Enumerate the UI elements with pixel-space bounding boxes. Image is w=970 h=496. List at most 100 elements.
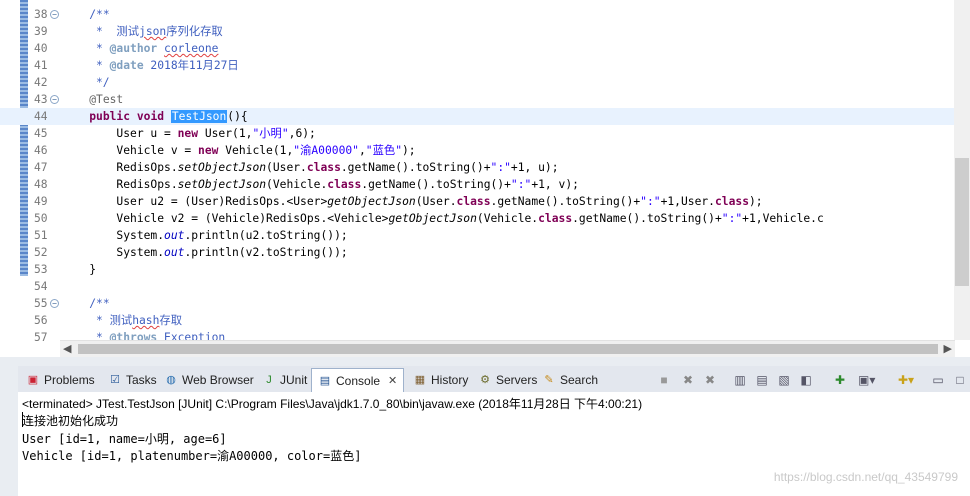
code-token: new [177, 127, 199, 140]
line-number: 50 [34, 212, 48, 225]
horizontal-scroll-thumb[interactable] [78, 344, 938, 354]
tab-search[interactable]: ✎ Search [536, 369, 604, 391]
code-token: User(1, [198, 127, 253, 140]
clear-console-icon[interactable]: ▥ [732, 372, 748, 388]
code-line[interactable]: 47 RedisOps.setObjectJson(User.class.get… [0, 159, 955, 176]
code-line[interactable]: 41 * @date 2018年11月27日 [0, 57, 955, 74]
word-wrap-icon[interactable]: ▧ [776, 372, 792, 388]
code-line[interactable]: 50 Vehicle v2 = (Vehicle)RedisOps.<Vehic… [0, 210, 955, 227]
code-token: "小明" [252, 127, 289, 140]
open-console-icon[interactable]: ✚▾ [898, 372, 914, 388]
code-text: * @date 2018年11月27日 [62, 57, 239, 74]
code-line[interactable]: 44 public void TestJson(){ [0, 108, 955, 125]
display-console-icon[interactable]: ▣▾ [858, 372, 875, 388]
code-token: ":" [640, 195, 661, 208]
code-token: +1, v); [531, 178, 579, 191]
code-token: getObjectJson [327, 195, 416, 208]
fold-toggle-icon[interactable] [50, 299, 59, 308]
console-output[interactable]: <terminated> JTest.TestJson [JUnit] C:\P… [18, 392, 970, 496]
code-lines[interactable]: 38 /**39 * 测试json序列化存取40 * @author corle… [0, 6, 955, 346]
code-token: hash [132, 314, 160, 327]
code-token: @Test [89, 93, 124, 106]
close-icon[interactable]: ✕ [388, 370, 397, 392]
code-line[interactable]: 42 */ [0, 74, 955, 91]
code-token: +1,Vehicle.c [742, 212, 824, 225]
code-line[interactable]: 38 /** [0, 6, 955, 23]
line-number: 56 [34, 314, 48, 327]
line-number: 52 [34, 246, 48, 259]
tab-tasks-label: Tasks [126, 373, 157, 387]
tab-history[interactable]: ▦ History [407, 369, 474, 391]
code-token: User u = [62, 127, 178, 140]
code-token: RedisOps. [62, 161, 178, 174]
console-status-line: <terminated> JTest.TestJson [JUnit] C:\P… [22, 397, 643, 411]
selected-text: TestJson [170, 110, 228, 123]
code-text: System.out.println(v2.toString()); [62, 244, 347, 261]
code-token: System. [62, 229, 165, 242]
fold-toggle-icon[interactable] [50, 95, 59, 104]
code-token: 2018年11月27日 [143, 59, 239, 72]
editor-vertical-scrollbar[interactable] [954, 0, 970, 340]
pin-console-icon[interactable]: ✚ [832, 372, 848, 388]
code-text: } [62, 261, 96, 278]
code-line[interactable]: 55 /** [0, 295, 955, 312]
code-line[interactable]: 39 * 测试json序列化存取 [0, 23, 955, 40]
terminate-icon[interactable]: ■ [656, 372, 672, 388]
code-token: .getName().toString()+ [340, 161, 491, 174]
scroll-lock-icon[interactable]: ▤ [754, 372, 770, 388]
line-number: 45 [34, 127, 48, 140]
line-number: 48 [34, 178, 48, 191]
minimize-icon[interactable]: ▭ [930, 372, 946, 388]
code-token: ":" [510, 178, 532, 191]
code-token: RedisOps. [62, 178, 178, 191]
tab-junit[interactable]: J JUnit [256, 369, 313, 391]
code-token: User u2 = (User)RedisOps.<User> [62, 195, 328, 208]
code-token: Vehicle v = [62, 144, 199, 157]
watermark: https://blog.csdn.net/qq_43549799 [773, 470, 958, 484]
code-line[interactable]: 54 [0, 278, 955, 295]
scroll-right-icon[interactable]: ▶ [944, 341, 952, 357]
code-line[interactable]: 45 User u = new User(1,"小明",6); [0, 125, 955, 142]
tab-tasks[interactable]: ☑ Tasks [102, 369, 163, 391]
remove-launch-icon[interactable]: ✖ [680, 372, 696, 388]
tab-problems[interactable]: ▣ Problems [20, 369, 101, 391]
code-text: User u = new User(1,"小明",6); [62, 125, 315, 142]
fold-toggle-icon[interactable] [50, 10, 59, 19]
code-text: Vehicle v = new Vehicle(1,"渝A00000","蓝色"… [62, 142, 415, 159]
code-line[interactable]: 53 } [0, 261, 955, 278]
remove-all-terminated-icon[interactable]: ✖ [702, 372, 718, 388]
tab-console[interactable]: ▤ Console ✕ [311, 368, 405, 392]
vertical-scroll-thumb[interactable] [955, 158, 969, 286]
code-token: (User. [415, 195, 457, 208]
editor-horizontal-scrollbar[interactable]: ◀ ▶ [60, 340, 955, 357]
code-token: new [198, 144, 219, 157]
maximize-icon[interactable]: □ [952, 372, 968, 388]
scroll-left-icon[interactable]: ◀ [63, 341, 71, 357]
code-line[interactable]: 56 * 测试hash存取 [0, 312, 955, 329]
tab-web-browser-label: Web Browser [182, 373, 254, 387]
code-token: corleone [164, 42, 219, 55]
show-on-output-icon[interactable]: ◧ [798, 372, 814, 388]
line-number: 57 [34, 331, 48, 344]
code-line[interactable]: 52 System.out.println(v2.toString()); [0, 244, 955, 261]
view-separator[interactable] [0, 357, 970, 366]
code-line[interactable]: 51 System.out.println(u2.toString()); [0, 227, 955, 244]
tab-web-browser[interactable]: ◍ Web Browser [158, 369, 260, 391]
code-line[interactable]: 48 RedisOps.setObjectJson(Vehicle.class.… [0, 176, 955, 193]
code-text: @Test [62, 91, 123, 108]
code-token: Vehicle v2 = (Vehicle)RedisOps.<Vehicle> [62, 212, 389, 225]
code-line[interactable]: 46 Vehicle v = new Vehicle(1,"渝A00000","… [0, 142, 955, 159]
code-token: * 测试 [62, 314, 133, 327]
code-token: * 测试 [62, 25, 140, 38]
code-token: setObjectJson [177, 161, 267, 174]
code-line[interactable]: 49 User u2 = (User)RedisOps.<User>getObj… [0, 193, 955, 210]
code-line[interactable]: 43 @Test [0, 91, 955, 108]
code-line[interactable]: 40 * @author corleone [0, 40, 955, 57]
code-editor[interactable]: 38 /**39 * 测试json序列化存取40 * @author corle… [0, 0, 970, 357]
code-token: +1,User. [660, 195, 715, 208]
tab-servers[interactable]: ⚙ Servers [472, 369, 543, 391]
